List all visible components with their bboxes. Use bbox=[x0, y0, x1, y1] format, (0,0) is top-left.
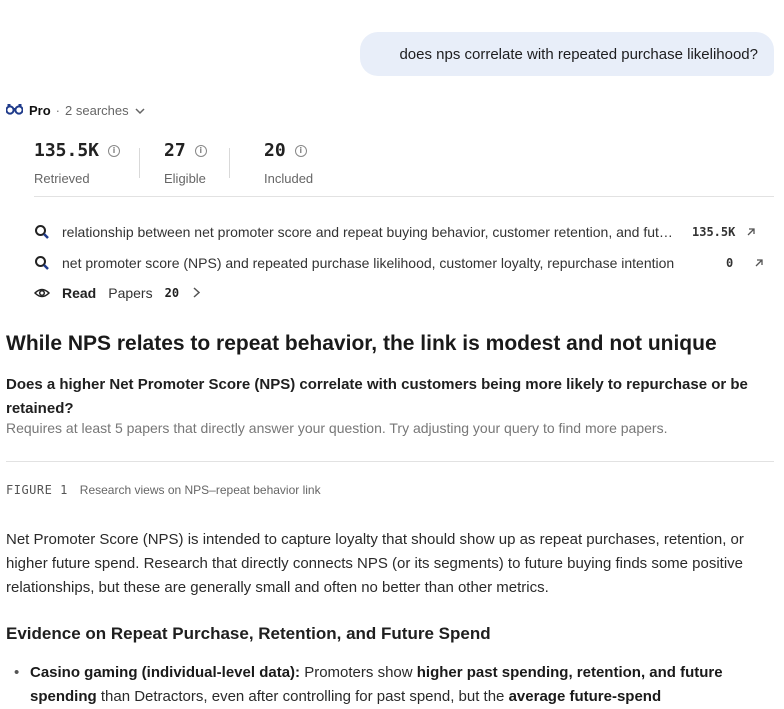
external-link-icon[interactable] bbox=[746, 225, 756, 240]
search-result-count: 135.5K bbox=[692, 225, 736, 239]
stat-divider bbox=[229, 148, 230, 178]
user-message-bubble: does nps correlate with repeated purchas… bbox=[360, 32, 774, 76]
stat-divider bbox=[139, 148, 140, 178]
research-question: Does a higher Net Promoter Score (NPS) c… bbox=[6, 376, 748, 417]
stat-value: 20 bbox=[264, 140, 286, 161]
search-icon bbox=[34, 224, 50, 240]
stat-eligible: 27 i Eligible bbox=[164, 140, 264, 186]
figure-label[interactable]: FIGURE 1 Research views on NPS–repeat be… bbox=[6, 483, 321, 497]
stat-value: 135.5K bbox=[34, 140, 100, 161]
pro-label: Pro bbox=[29, 102, 51, 118]
separator-dot: · bbox=[55, 102, 61, 118]
search-query-text: net promoter score (NPS) and repeated pu… bbox=[62, 255, 675, 271]
chevron-down-icon bbox=[135, 103, 145, 118]
search-query-row[interactable]: relationship between net promoter score … bbox=[34, 223, 764, 241]
search-icon bbox=[34, 255, 50, 271]
stat-label: Included bbox=[264, 171, 314, 186]
papers-requirement-note: Requires at least 5 papers that directly… bbox=[6, 420, 668, 436]
bullet-text-part: than Detractors, even after controlling … bbox=[96, 688, 509, 705]
read-label: Read bbox=[62, 285, 97, 301]
figure-caption: Research views on NPS–repeat behavior li… bbox=[79, 483, 321, 497]
summary-paragraph: Net Promoter Score (NPS) is intended to … bbox=[6, 531, 744, 596]
answer-headline: While NPS relates to repeat behavior, th… bbox=[6, 332, 717, 355]
bullet-bold-part: average future-spend bbox=[508, 688, 662, 705]
figure-number: FIGURE 1 bbox=[6, 483, 68, 497]
section-heading: Evidence on Repeat Purchase, Retention, … bbox=[6, 624, 491, 643]
external-link-icon[interactable] bbox=[754, 256, 764, 271]
stats-row: 135.5K i Retrieved 27 i Eligible 20 i Inclu… bbox=[34, 140, 394, 186]
divider bbox=[34, 196, 774, 197]
chevron-right-icon bbox=[193, 285, 201, 301]
info-icon[interactable]: i bbox=[294, 144, 307, 157]
stat-label: Retrieved bbox=[34, 171, 90, 186]
bullet-dot: • bbox=[14, 664, 20, 681]
stat-label: Eligible bbox=[164, 171, 206, 186]
search-query-row[interactable]: net promoter score (NPS) and repeated pu… bbox=[34, 254, 764, 272]
bullet-text: Casino gaming (individual-level data): P… bbox=[30, 661, 770, 709]
info-icon[interactable]: i bbox=[194, 144, 207, 157]
searches-count: 2 searches bbox=[65, 102, 129, 118]
bullet-lead: Casino gaming (individual-level data): bbox=[30, 664, 301, 681]
eye-icon bbox=[33, 285, 51, 301]
search-result-count: 0 bbox=[726, 256, 734, 270]
bullet-text-part: Promoters show bbox=[300, 664, 417, 681]
stat-included: 20 i Included bbox=[264, 140, 394, 186]
list-item: • Casino gaming (individual-level data):… bbox=[14, 661, 774, 709]
stat-retrieved: 135.5K i Retrieved bbox=[34, 140, 164, 186]
binoculars-icon bbox=[5, 103, 24, 118]
read-papers-row[interactable]: Read Papers 20 bbox=[33, 284, 201, 302]
papers-label: Papers bbox=[108, 285, 153, 301]
pro-searches-toggle[interactable]: Pro · 2 searches bbox=[5, 100, 145, 120]
divider bbox=[6, 461, 774, 462]
info-icon[interactable]: i bbox=[108, 144, 121, 157]
user-message-text: does nps correlate with repeated purchas… bbox=[399, 45, 758, 63]
stat-value: 27 bbox=[164, 140, 186, 161]
papers-count: 20 bbox=[164, 286, 180, 300]
search-query-text: relationship between net promoter score … bbox=[62, 224, 676, 240]
